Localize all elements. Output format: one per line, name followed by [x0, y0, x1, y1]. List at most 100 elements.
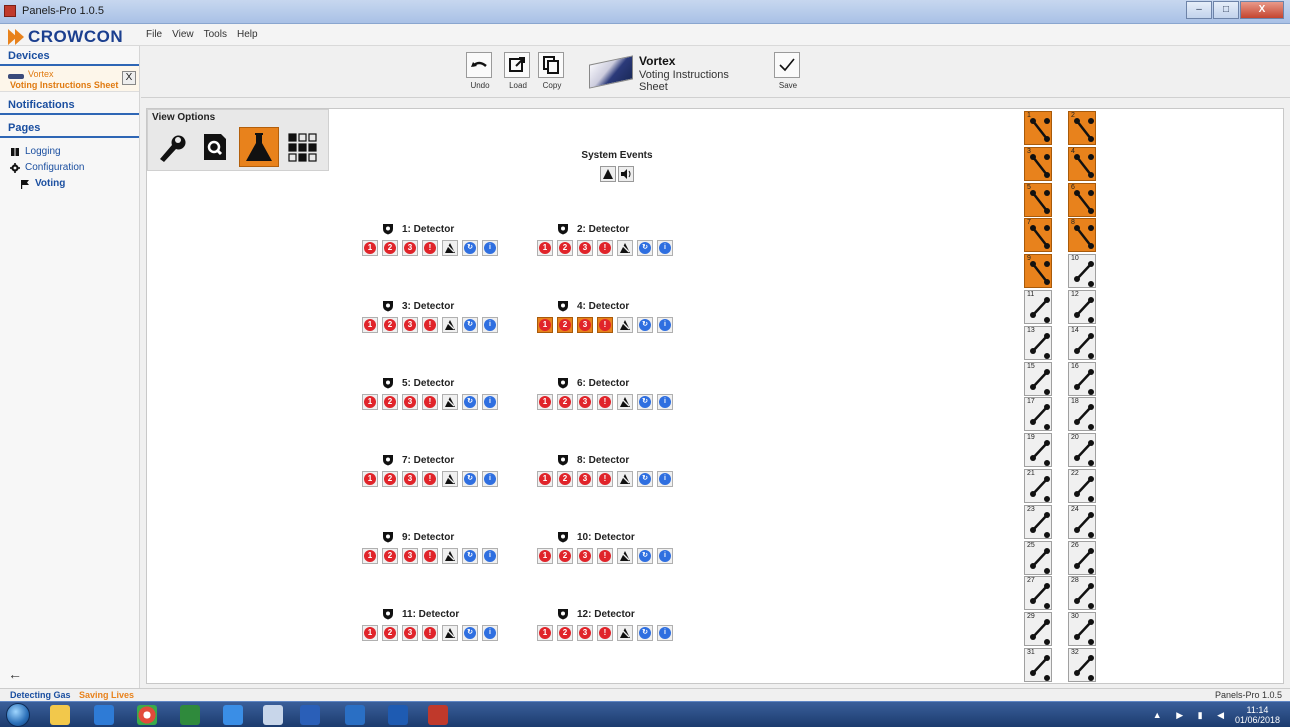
detector-event-toggle[interactable]: ↻ — [637, 394, 653, 410]
relay-4[interactable]: 4 — [1068, 146, 1096, 181]
relay-1[interactable]: 1 — [1024, 111, 1052, 145]
notifications-header[interactable]: Notifications — [0, 95, 139, 115]
detector-event-toggle[interactable]: 2 — [382, 317, 398, 333]
detector-event-toggle[interactable] — [442, 471, 458, 487]
detector-event-toggle[interactable] — [442, 394, 458, 410]
detector-event-toggle[interactable] — [617, 548, 633, 564]
detector-event-toggle[interactable]: ! — [597, 317, 613, 333]
detector-event-toggle[interactable]: 1 — [362, 548, 378, 564]
relay-3[interactable]: 3 — [1024, 146, 1052, 181]
detector-event-toggle[interactable]: i — [482, 240, 498, 256]
relay-17[interactable]: 17 — [1024, 397, 1052, 432]
detector-event-toggle[interactable]: ↻ — [462, 471, 478, 487]
undo-button[interactable]: Undo — [466, 52, 494, 90]
detector-event-toggle[interactable]: 1 — [362, 317, 378, 333]
detector-event-toggle[interactable]: 1 — [362, 240, 378, 256]
relay-30[interactable]: 30 — [1068, 612, 1096, 647]
detector-event-toggle[interactable]: 3 — [402, 625, 418, 641]
detector-event-toggle[interactable]: 3 — [402, 394, 418, 410]
detector-event-toggle[interactable]: i — [482, 317, 498, 333]
relay-13[interactable]: 13 — [1024, 325, 1052, 360]
detector-event-toggle[interactable]: i — [657, 548, 673, 564]
page-item-voting[interactable]: Voting — [0, 176, 139, 192]
detector-event-toggle[interactable]: ↻ — [462, 394, 478, 410]
system-tray[interactable]: ▲ ▶ ▮ ◀ — [1153, 710, 1230, 721]
relay-18[interactable]: 18 — [1068, 397, 1096, 432]
relay-14[interactable]: 14 — [1068, 325, 1096, 360]
detector-event-toggle[interactable]: 1 — [537, 471, 553, 487]
project-icon[interactable] — [180, 705, 200, 725]
q-app-icon[interactable] — [388, 705, 408, 725]
detector-event-toggle[interactable]: 2 — [557, 548, 573, 564]
relay-11[interactable]: 11 — [1024, 290, 1052, 324]
detector-event-toggle[interactable]: 3 — [577, 471, 593, 487]
relay-26[interactable]: 26 — [1068, 540, 1096, 575]
detector-event-toggle[interactable]: ! — [597, 240, 613, 256]
system-warning-button[interactable] — [600, 166, 616, 182]
relay-9[interactable]: 9 — [1024, 254, 1052, 289]
explorer-icon[interactable] — [50, 705, 70, 725]
relay-21[interactable]: 21 — [1024, 469, 1052, 503]
detector-event-toggle[interactable]: i — [482, 394, 498, 410]
detector-event-toggle[interactable]: 1 — [362, 394, 378, 410]
detector-event-toggle[interactable] — [442, 548, 458, 564]
detector-event-toggle[interactable]: 3 — [577, 394, 593, 410]
detector-event-toggle[interactable]: 2 — [382, 240, 398, 256]
relay-5[interactable]: 5 — [1024, 182, 1052, 217]
detector-event-toggle[interactable] — [442, 240, 458, 256]
detector-event-toggle[interactable]: 3 — [577, 548, 593, 564]
close-window-button[interactable]: X — [1240, 1, 1284, 19]
system-sound-button[interactable] — [618, 166, 634, 182]
detector-event-toggle[interactable]: i — [482, 548, 498, 564]
copy-button[interactable]: Copy — [538, 52, 566, 90]
detector-event-toggle[interactable]: 1 — [537, 317, 553, 333]
detector-event-toggle[interactable]: ↻ — [462, 548, 478, 564]
relay-10[interactable]: 10 — [1068, 254, 1096, 289]
detector-event-toggle[interactable]: ↻ — [637, 240, 653, 256]
relay-20[interactable]: 20 — [1068, 433, 1096, 468]
detector-event-toggle[interactable]: ! — [422, 548, 438, 564]
relay-16[interactable]: 16 — [1068, 361, 1096, 396]
relay-29[interactable]: 29 — [1024, 612, 1052, 647]
relay-12[interactable]: 12 — [1068, 290, 1096, 324]
view-wrench-button[interactable] — [150, 127, 190, 167]
detector-event-toggle[interactable]: 2 — [382, 471, 398, 487]
view-grid-button[interactable] — [283, 127, 323, 167]
view-flask-button[interactable] — [239, 127, 279, 167]
relay-19[interactable]: 19 — [1024, 433, 1052, 468]
detector-event-toggle[interactable] — [617, 471, 633, 487]
maximize-button[interactable]: □ — [1213, 1, 1239, 19]
minimize-button[interactable]: – — [1186, 1, 1212, 19]
search-app-icon[interactable] — [263, 705, 283, 725]
view-search-button[interactable] — [195, 127, 235, 167]
detector-event-toggle[interactable]: 2 — [382, 625, 398, 641]
detector-event-toggle[interactable]: 3 — [402, 317, 418, 333]
start-button[interactable] — [6, 703, 30, 727]
detector-event-toggle[interactable] — [617, 394, 633, 410]
detector-event-toggle[interactable]: ! — [422, 317, 438, 333]
media-icon[interactable] — [94, 705, 114, 725]
relay-6[interactable]: 6 — [1068, 182, 1096, 217]
detector-event-toggle[interactable]: ↻ — [637, 548, 653, 564]
detector-event-toggle[interactable]: ↻ — [637, 625, 653, 641]
chrome-icon[interactable] — [137, 705, 157, 725]
save-button[interactable]: Save — [774, 52, 802, 90]
detector-event-toggle[interactable]: 3 — [402, 548, 418, 564]
detector-event-toggle[interactable]: ↻ — [637, 317, 653, 333]
detector-event-toggle[interactable]: 2 — [557, 394, 573, 410]
relay-22[interactable]: 22 — [1068, 469, 1096, 503]
menu-help[interactable]: Help — [237, 29, 258, 40]
relay-8[interactable]: 8 — [1068, 218, 1096, 253]
detector-event-toggle[interactable]: 2 — [382, 548, 398, 564]
detector-event-toggle[interactable]: 3 — [577, 240, 593, 256]
ie-icon[interactable] — [223, 705, 243, 725]
detector-event-toggle[interactable]: 2 — [557, 471, 573, 487]
relay-2[interactable]: 2 — [1068, 111, 1096, 145]
detector-event-toggle[interactable]: 2 — [557, 317, 573, 333]
detector-event-toggle[interactable]: i — [657, 625, 673, 641]
detector-event-toggle[interactable] — [617, 625, 633, 641]
detector-event-toggle[interactable]: ↻ — [462, 240, 478, 256]
relay-15[interactable]: 15 — [1024, 361, 1052, 396]
close-device-button[interactable]: X — [122, 71, 136, 85]
back-arrow-icon[interactable]: ← — [8, 666, 22, 682]
